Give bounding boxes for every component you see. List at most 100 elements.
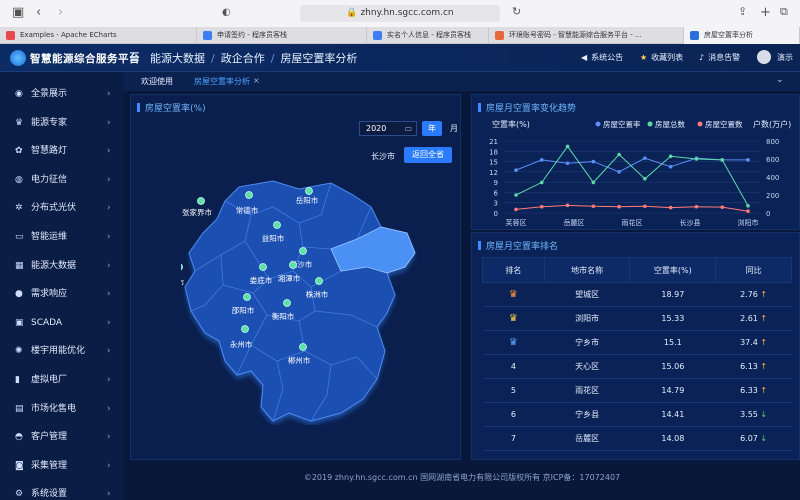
city-dot[interactable] — [305, 187, 313, 195]
sidebar-item-monitor[interactable]: ▭ 智能运维 › — [0, 223, 124, 252]
series-point[interactable] — [514, 168, 518, 172]
sidebar-item-bulb[interactable]: ● 需求响应 › — [0, 280, 124, 309]
sidebar-item-scada[interactable]: ▣ SCADA › — [0, 309, 124, 338]
column-header[interactable]: 空置率(%) — [629, 257, 717, 283]
series-point[interactable] — [643, 177, 647, 181]
city-label[interactable]: 怀化市 — [181, 277, 185, 287]
privacy-icon[interactable]: ◐ — [222, 7, 231, 18]
city-label[interactable]: 永州市 — [230, 339, 253, 349]
table-row[interactable]: 6 宁乡县 14.41 3.55 ↓ — [482, 402, 792, 427]
browser-tab[interactable]: 实名个人信息 - 程序员客栈 — [367, 27, 489, 44]
reload-icon[interactable]: ↻ — [512, 5, 521, 18]
tab-overview-icon[interactable]: ⧉ — [780, 5, 788, 19]
series-point[interactable] — [668, 154, 673, 159]
city-dot[interactable] — [299, 343, 307, 351]
address-bar[interactable]: 🔒 zhny.hn.sgcc.com.cn — [300, 5, 500, 22]
sidebar-item-camera[interactable]: ◙ 采集管理 › — [0, 452, 124, 481]
sidebar-item-data[interactable]: ▦ 能源大数据 › — [0, 252, 124, 281]
sidebar-item-trophy[interactable]: ♛ 能源专家 › — [0, 109, 124, 138]
sidebar-toggle-icon[interactable]: ▣ — [12, 5, 24, 20]
breadcrumb-item[interactable]: 房屋空置率分析 — [280, 52, 357, 65]
column-header[interactable]: 同比 — [715, 257, 792, 283]
series-point[interactable] — [746, 209, 750, 213]
series-point[interactable] — [514, 207, 518, 212]
sidebar-item-settings[interactable]: ⚙ 系统设置 › — [0, 480, 124, 500]
series-point[interactable] — [720, 158, 725, 162]
sidebar-item-globe[interactable]: ◉ 全景展示 › — [0, 80, 124, 109]
notice-button[interactable]: ◀ 系统公告 — [581, 52, 623, 63]
series-point[interactable] — [643, 204, 647, 209]
series-point[interactable] — [694, 157, 699, 161]
city-label[interactable]: 张家界市 — [182, 207, 212, 217]
tab-current[interactable]: 房屋空置率分析 — [194, 76, 250, 87]
series-point[interactable] — [565, 144, 570, 149]
series-point[interactable] — [591, 180, 596, 185]
series-point[interactable] — [539, 204, 544, 209]
series-point[interactable] — [617, 204, 621, 209]
column-header[interactable]: 地市名称 — [543, 257, 631, 283]
series-point[interactable] — [565, 161, 570, 166]
table-row[interactable]: ♛ 望城区 18.97 2.76 ↑ — [482, 282, 792, 307]
month-toggle-button[interactable]: 月 — [444, 121, 464, 136]
city-dot[interactable] — [259, 263, 267, 271]
favorites-button[interactable]: ★ 收藏列表 — [640, 52, 683, 63]
browser-tab[interactable]: 房屋空置率分析 — [684, 27, 800, 44]
series-point[interactable] — [668, 205, 673, 210]
browser-tab[interactable]: 环境账号密码 - 智慧能源综合服务平台 - ... — [489, 27, 684, 44]
share-icon[interactable]: ⇪ — [738, 5, 747, 18]
browser-tab[interactable]: 申请签约 - 程序员客栈 — [197, 27, 367, 44]
city-dot[interactable] — [299, 247, 307, 255]
city-dot[interactable] — [197, 197, 205, 205]
return-province-button[interactable]: 返回全省 — [404, 147, 452, 163]
sidebar-item-customer[interactable]: ◓ 客户管理 › — [0, 423, 124, 452]
series-point[interactable] — [746, 158, 750, 162]
series-point[interactable] — [565, 203, 570, 208]
city-label[interactable]: 益阳市 — [262, 233, 285, 243]
breadcrumb-item[interactable]: 能源大数据 — [150, 52, 205, 65]
city-dot[interactable] — [243, 293, 251, 301]
city-dot[interactable] — [241, 325, 249, 333]
series-point[interactable] — [539, 158, 544, 162]
city-dot[interactable] — [315, 277, 323, 285]
city-label[interactable]: 常德市 — [236, 205, 259, 215]
city-dot[interactable] — [273, 221, 281, 229]
forward-icon[interactable]: › — [58, 5, 63, 20]
series-point[interactable] — [514, 193, 518, 197]
sidebar-item-plant[interactable]: ▮ 虚拟电厂 › — [0, 366, 124, 395]
avatar[interactable] — [757, 50, 771, 64]
city-label[interactable]: 岳阳市 — [296, 195, 319, 205]
back-icon[interactable]: ‹ — [36, 5, 41, 20]
sidebar-item-solar[interactable]: ✲ 分布式光伏 › — [0, 194, 124, 223]
city-label[interactable]: 郴州市 — [288, 355, 311, 365]
city-dot[interactable] — [181, 263, 183, 271]
series-point[interactable] — [694, 204, 699, 209]
table-row[interactable]: ♛ 宁乡市 15.1 37.4 ↑ — [482, 330, 792, 355]
user-name[interactable]: 演示 — [777, 52, 793, 63]
city-label[interactable]: 邵阳市 — [232, 305, 255, 315]
browser-tab[interactable]: Examples - Apache ECharts — [0, 27, 197, 44]
city-dot[interactable] — [289, 261, 297, 269]
series-point[interactable] — [591, 204, 596, 209]
year-picker[interactable]: 2020 ▭ — [359, 121, 417, 136]
series-point[interactable] — [617, 170, 621, 174]
series-point[interactable] — [617, 152, 621, 157]
sidebar-item-lamp[interactable]: ✿ 智慧路灯 › — [0, 137, 124, 166]
menu-toggle-icon[interactable]: ☰ — [129, 50, 140, 64]
city-label[interactable]: 株洲市 — [306, 289, 329, 299]
series-point[interactable] — [591, 159, 596, 164]
series-point[interactable] — [668, 164, 673, 169]
breadcrumb-item[interactable]: 政企合作 — [221, 52, 265, 65]
city-dot[interactable] — [245, 191, 253, 199]
year-toggle-button[interactable]: 年 — [422, 121, 442, 136]
new-tab-icon[interactable]: + — [760, 5, 771, 20]
alerts-button[interactable]: ♪ 消息告警 — [699, 52, 740, 63]
column-header[interactable]: 排名 — [482, 257, 545, 283]
city-label[interactable]: 衡阳市 — [272, 311, 295, 321]
trend-chart[interactable]: 空置率(%) 户数(万户) 房屋空置率 房屋总数 房屋空置数 21 18 15 12 9 6 3 0 80… — [472, 117, 800, 231]
table-row[interactable]: 7 岳麓区 14.08 6.07 ↓ — [482, 426, 792, 451]
sidebar-item-market[interactable]: ▤ 市场化售电 › — [0, 395, 124, 424]
series-point[interactable] — [746, 204, 750, 208]
series-point[interactable] — [643, 156, 647, 160]
city-label[interactable]: 湘潭市 — [278, 273, 301, 283]
hunan-map[interactable]: 张家界市常德市岳阳市益阳市长沙市湘西州怀化市娄底市湘潭市株洲市邵阳市衡阳市永州市… — [181, 175, 421, 425]
